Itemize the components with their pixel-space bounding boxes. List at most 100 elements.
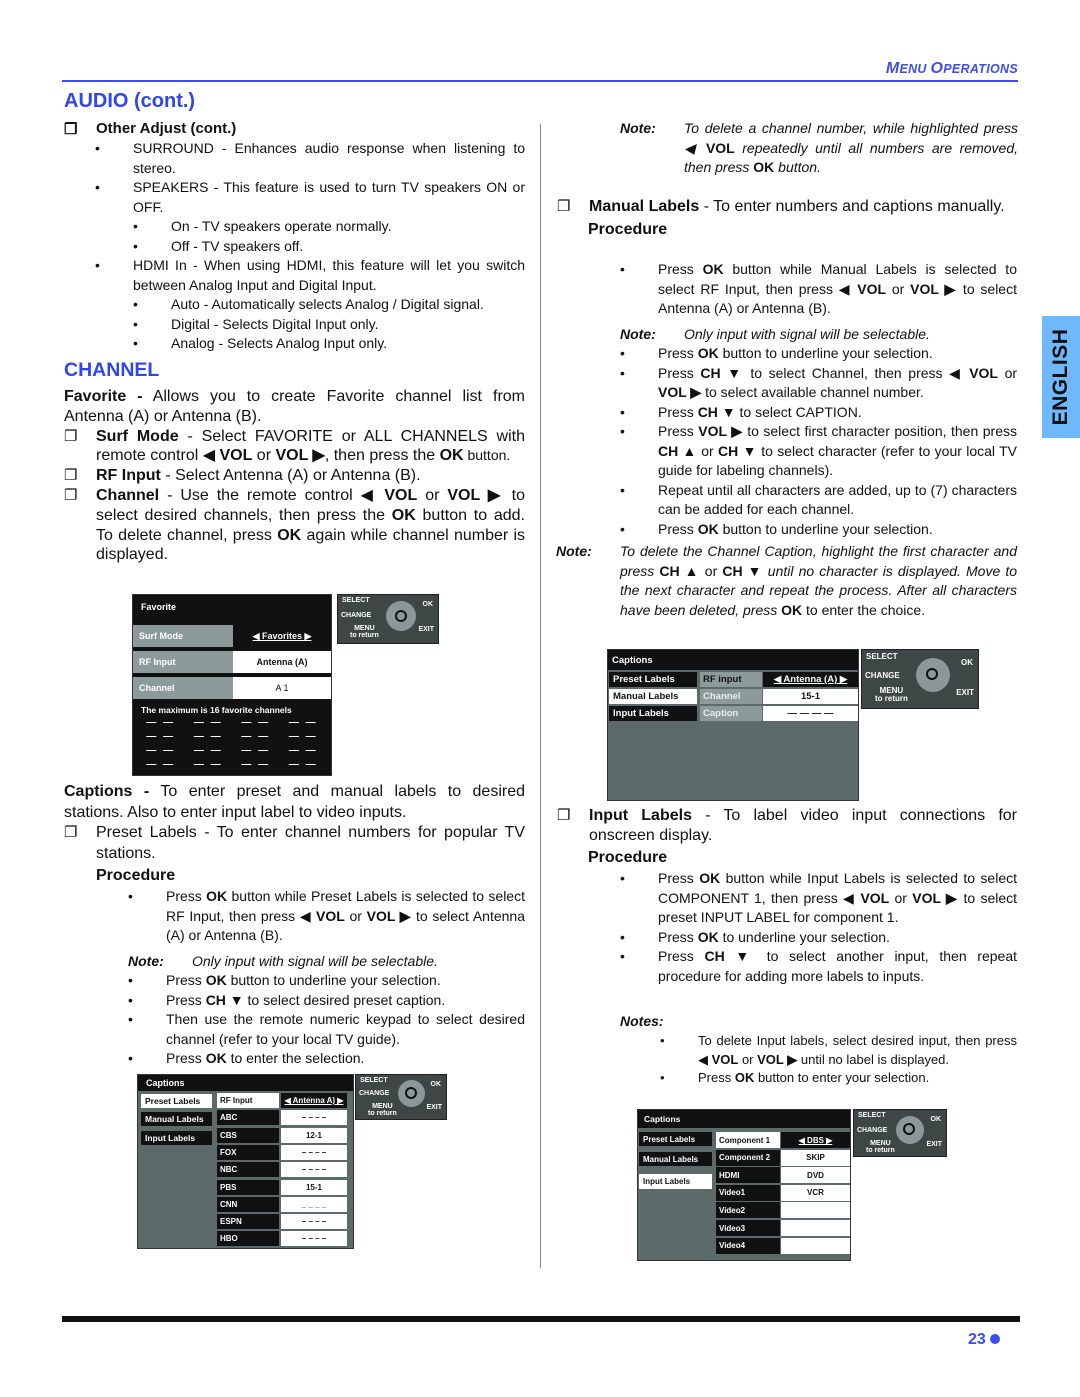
text: CH ▼: [704, 948, 757, 964]
surf-mode-item: Surf Mode - Select FAVORITE or ALL CHANN…: [64, 427, 525, 467]
exit-label: EXIT: [418, 626, 434, 633]
osd-title: Favorite: [133, 595, 331, 619]
osd-value-text: – – – –: [301, 1217, 327, 1227]
list-item: SPEAKERS - This feature is used to turn …: [95, 178, 525, 217]
osd-row-value: [781, 1237, 850, 1254]
select-label: SELECT: [866, 652, 898, 661]
note-text: To delete a channel number, while highli…: [684, 119, 1018, 178]
list-item: Press CH ▼ to select desired preset capt…: [128, 991, 525, 1011]
text: VOL ▶: [757, 1051, 798, 1067]
osd-row-value: ◀ Antenna A) ▶: [281, 1093, 347, 1108]
list-item: Press OK button to enter your selection.: [660, 1069, 1017, 1088]
text: Press: [658, 928, 698, 945]
favorite-slot: — —: [288, 745, 318, 756]
list-item: Press CH ▼ to select another input, then…: [620, 947, 1017, 986]
osd-row-value: 15-1: [763, 689, 858, 704]
text: OK: [391, 506, 416, 524]
remote-legend: SELECT OK CHANGE MENU to return EXIT: [337, 594, 439, 644]
list-item: Press OK button to underline your select…: [128, 971, 525, 991]
channel-heading: CHANNEL: [64, 359, 160, 381]
list-item: On - TV speakers operate normally.: [133, 217, 525, 237]
osd-row: RF Input Antenna (A): [133, 651, 331, 673]
text: OK: [697, 928, 719, 945]
ok-label: OK: [422, 601, 434, 608]
dpad-icon: [916, 658, 950, 692]
notes-heading: Notes:: [620, 1013, 664, 1029]
change-label: CHANGE: [359, 1090, 390, 1097]
osd-row-value: – – – –: [281, 1231, 347, 1247]
favorite-slot: — —: [146, 745, 176, 756]
osd-row-label: CNN: [217, 1196, 279, 1212]
favorite-slot: — —: [193, 717, 223, 728]
osd-row-value: ◀ DBS ▶: [781, 1132, 850, 1148]
change-label: CHANGE: [857, 1127, 888, 1134]
osd-value-text: VCR: [807, 1188, 824, 1198]
header-text: M: [885, 60, 900, 77]
favorite-slot: — —: [288, 717, 318, 728]
menu-label: MENU to return: [866, 1140, 895, 1154]
ok-label: OK: [930, 1116, 942, 1123]
osd-row-label: ESPN: [217, 1214, 279, 1230]
osd-row-label: Video4: [716, 1237, 780, 1254]
change-label: CHANGE: [341, 612, 372, 619]
header-text: PERATIONS: [943, 62, 1018, 76]
text: Press: [658, 364, 701, 381]
menu-label: MENU to return: [350, 625, 379, 639]
text: VOL: [711, 1051, 739, 1067]
text: to underline your selection.: [718, 928, 890, 945]
ok-label: OK: [961, 658, 973, 667]
text: VOL: [219, 447, 253, 465]
osd-row-value: — — — —: [763, 706, 858, 721]
audio-item-list: SURROUND - Enhances audio response when …: [95, 139, 525, 354]
dpad-icon: [398, 1080, 425, 1107]
other-adjust-heading: Other Adjust (cont.): [64, 120, 526, 138]
text: CH ▲: [659, 562, 700, 579]
header-text: O: [930, 60, 944, 77]
language-tab: ENGLISH: [1042, 316, 1080, 438]
list-item: Press CH ▼ to select CAPTION.: [620, 403, 1017, 423]
list-item: To delete Input labels, select desired i…: [660, 1032, 1017, 1069]
remote-legend: SELECT OK CHANGE MENU to return EXIT: [355, 1074, 447, 1120]
rf-input-term: RF Input: [96, 467, 161, 485]
change-label: CHANGE: [865, 671, 900, 680]
text: Then use the remote numeric keypad to se…: [166, 1011, 525, 1047]
osd-value-text: 12-1: [305, 1130, 322, 1140]
menu-text: MENU: [354, 625, 375, 632]
favorite-slot: — —: [241, 717, 271, 728]
text: to select Channel, then press ◀: [743, 364, 970, 381]
favorite-slots: — — — — — — — — — — — — — — — — — — — — — — — — — — —…: [137, 718, 327, 770]
favorite-slot: — —: [193, 731, 223, 742]
osd-side-item: Preset Labels: [141, 1094, 212, 1108]
input-procedure: Press OK button while Input Labels is se…: [620, 869, 1017, 986]
favorite-slot: — —: [146, 731, 176, 742]
list-item: Repeat until all characters are added, u…: [620, 481, 1017, 520]
osd-side-item: Input Labels: [141, 1131, 212, 1145]
osd-row-label: Surf Mode: [133, 625, 233, 647]
exit-label: EXIT: [956, 688, 974, 697]
list-item: Press OK button while Preset Labels is s…: [128, 887, 525, 946]
osd-row-value: – – – –: [281, 1110, 347, 1126]
osd-row-value: Antenna (A): [233, 651, 331, 673]
speakers-sublist: On - TV speakers operate normally. Off -…: [95, 217, 525, 256]
text: button.: [463, 447, 511, 464]
text: VOL: [316, 907, 345, 924]
text: to select CAPTION.: [735, 403, 862, 420]
to-return-text: to return: [866, 1147, 895, 1154]
text: VOL ▶: [912, 889, 959, 906]
list-item: HDMI In - When using HDMI, this feature …: [95, 256, 525, 295]
note-label: Note:: [620, 325, 656, 342]
list-item: Analog - Selects Analog Input only.: [133, 334, 525, 354]
osd-row-label: CBS: [217, 1127, 279, 1143]
remote-legend: SELECT OK CHANGE MENU to return EXIT: [853, 1109, 947, 1157]
text: or: [252, 447, 276, 465]
osd-row-value: [781, 1220, 850, 1236]
text: or: [738, 1051, 758, 1067]
text: CH ▲: [658, 442, 697, 459]
osd-value-text: ◀ DBS ▶: [798, 1135, 833, 1145]
osd-value-text: – – – –: [301, 1234, 327, 1244]
manual-procedure: Press OK button while Manual Labels is s…: [620, 260, 1017, 539]
favorite-slot: — —: [241, 759, 271, 770]
text: to select first character position, then…: [742, 423, 1017, 439]
osd-row-value: A 1: [233, 677, 331, 699]
osd-value-text: ◀ Antenna (A) ▶: [773, 674, 848, 685]
